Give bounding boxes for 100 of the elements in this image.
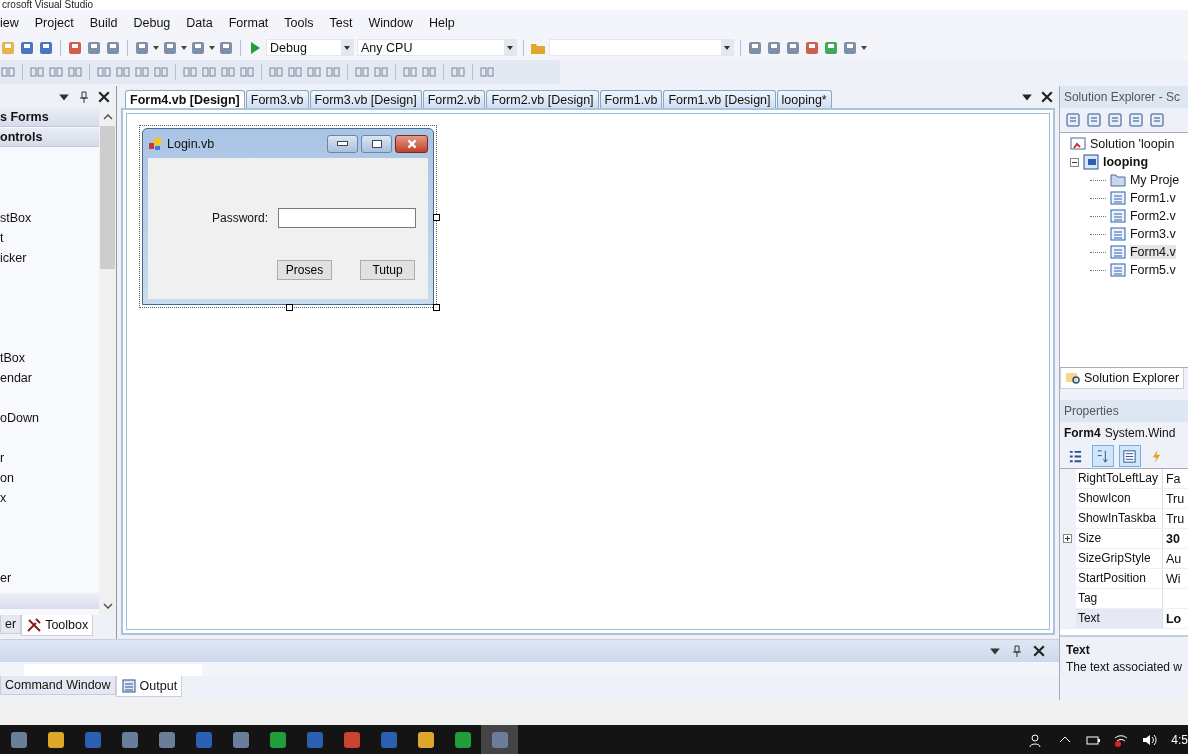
property-value[interactable]: Wi — [1162, 571, 1181, 586]
toolbox-group-header[interactable]: s Forms — [0, 108, 99, 127]
resize-handle[interactable] — [433, 214, 440, 221]
expander-icon[interactable] — [1069, 157, 1079, 167]
property-row[interactable]: StartPosition Wi — [1059, 569, 1188, 589]
tree-item[interactable]: looping — [1102, 155, 1149, 169]
maximize-button[interactable] — [361, 134, 392, 153]
document-tab[interactable]: Form3.vb — [245, 90, 309, 108]
caret-icon[interactable] — [861, 45, 867, 50]
properties-button[interactable] — [1118, 445, 1141, 467]
tree-item[interactable]: Form2.v — [1129, 209, 1176, 223]
scroll-up-icon[interactable] — [102, 114, 113, 120]
panel-tab[interactable]: Command Window — [0, 676, 116, 695]
property-value[interactable]: Tru — [1162, 511, 1185, 526]
form-button[interactable]: Tutup — [360, 260, 415, 280]
tree-item[interactable]: Form3.v — [1129, 227, 1176, 241]
menu-item[interactable]: Format — [221, 15, 278, 30]
password-field[interactable] — [278, 208, 416, 228]
description-text: The text associated w — [1065, 660, 1182, 674]
toolbar-icon[interactable] — [1148, 112, 1165, 128]
toolbox-item[interactable]: x — [0, 488, 7, 508]
document-tab[interactable]: Form1.vb — [599, 90, 663, 108]
tree-item[interactable]: Form1.v — [1129, 191, 1176, 205]
property-row[interactable]: Size 30 — [1059, 529, 1188, 549]
close-icon[interactable] — [1040, 91, 1053, 103]
form-icon — [1109, 208, 1126, 224]
tree-item[interactable]: My Proje — [1129, 173, 1180, 187]
caret-icon[interactable] — [153, 45, 159, 50]
clock[interactable]: 4:5 — [1163, 732, 1188, 747]
menu-item[interactable]: Window — [361, 15, 422, 30]
property-row[interactable]: SizeGripStyle Au — [1059, 549, 1188, 569]
document-tab[interactable]: looping* — [776, 90, 832, 108]
tree-item[interactable]: Form4.v — [1129, 245, 1176, 259]
panel-tab[interactable]: Solution Explorer — [1059, 368, 1185, 389]
form-button[interactable]: Proses — [277, 260, 332, 280]
panel-tab[interactable]: Toolbox — [21, 615, 94, 636]
property-value[interactable]: Tru — [1162, 491, 1185, 506]
configuration-dropdown[interactable]: Debug — [266, 39, 354, 56]
document-tab[interactable]: Form4.vb [Design] — [125, 90, 245, 108]
minimize-button[interactable] — [327, 134, 358, 153]
close-button[interactable] — [395, 134, 428, 153]
close-icon[interactable] — [1032, 645, 1045, 657]
panel-tab[interactable]: Output — [115, 676, 183, 697]
caret-icon[interactable] — [181, 45, 187, 50]
resize-handle[interactable] — [433, 304, 440, 311]
property-row[interactable]: ShowIcon Tru — [1059, 489, 1188, 509]
property-row[interactable]: Text Lo — [1059, 609, 1188, 629]
menu-item[interactable]: Tools — [277, 15, 323, 30]
toolbox-item[interactable]: icker — [0, 248, 27, 268]
scroll-down-icon[interactable] — [102, 603, 113, 609]
scrollbar-thumb[interactable] — [100, 126, 115, 269]
menu-item[interactable]: Project — [27, 15, 83, 30]
property-row[interactable]: RightToLeftLay Fa — [1059, 469, 1188, 489]
property-name: Tag — [1075, 589, 1163, 608]
expander-icon[interactable] — [1063, 534, 1073, 543]
toolbox-item[interactable]: endar — [0, 368, 32, 388]
toolbar-icon[interactable] — [1064, 112, 1081, 128]
menu-item[interactable]: Test — [322, 15, 362, 30]
document-tab[interactable]: Form2.vb [Design] — [486, 90, 599, 108]
tree-item[interactable]: Form5.v — [1129, 263, 1176, 277]
tree-item[interactable]: Solution 'loopin — [1089, 137, 1175, 151]
property-value[interactable]: Fa — [1162, 471, 1181, 486]
close-icon[interactable] — [98, 91, 110, 103]
form-title: Login.vb — [167, 136, 215, 151]
panel-tab[interactable]: er — [0, 615, 22, 634]
toolbar-icon[interactable] — [1085, 112, 1102, 128]
document-tab[interactable]: Form1.vb [Design] — [663, 90, 776, 108]
toolbox-item[interactable]: er — [0, 568, 12, 588]
toolbox-item[interactable]: tBox — [0, 348, 25, 368]
close-icon — [405, 138, 418, 149]
object-name: Form4 — [1063, 426, 1101, 440]
menu-item[interactable]: Build — [82, 15, 127, 30]
property-value[interactable]: 30 — [1162, 531, 1180, 546]
property-value[interactable]: Lo — [1162, 611, 1182, 626]
toolbox-item[interactable]: on — [0, 468, 14, 488]
caret-icon[interactable] — [209, 45, 215, 50]
platform-dropdown[interactable]: Any CPU — [357, 39, 517, 56]
toolbox-item[interactable]: stBox — [0, 208, 32, 228]
document-tab[interactable]: Form3.vb [Design] — [309, 90, 422, 108]
form-icon — [1109, 244, 1126, 260]
toolbox-item[interactable]: oDown — [0, 408, 39, 428]
toolbar-icon[interactable] — [1106, 112, 1123, 128]
menu-item[interactable]: Data — [179, 15, 222, 30]
pin-icon[interactable] — [1010, 645, 1023, 657]
menu-item[interactable]: iew — [0, 15, 28, 30]
toolbox-item[interactable]: r — [0, 448, 5, 468]
resize-handle[interactable] — [286, 304, 293, 311]
toolbar-icon[interactable] — [1127, 112, 1144, 128]
document-tab[interactable]: Form2.vb — [422, 90, 486, 108]
pin-icon[interactable] — [78, 91, 90, 103]
menu-item[interactable]: Debug — [126, 15, 180, 30]
alphabetical-button[interactable] — [1091, 445, 1114, 467]
category-list-icon — [1068, 448, 1084, 464]
toolbox-item[interactable]: t — [0, 228, 4, 248]
description-title: Text — [1065, 643, 1091, 657]
toolbox-group-header[interactable]: ontrols — [0, 128, 99, 147]
designer-form[interactable]: Login.vb Password: Proses Tutup — [142, 128, 434, 305]
property-row[interactable]: ShowInTaskba Tru — [1059, 509, 1188, 529]
menu-item[interactable]: Help — [421, 15, 464, 30]
property-value[interactable]: Au — [1162, 551, 1182, 566]
